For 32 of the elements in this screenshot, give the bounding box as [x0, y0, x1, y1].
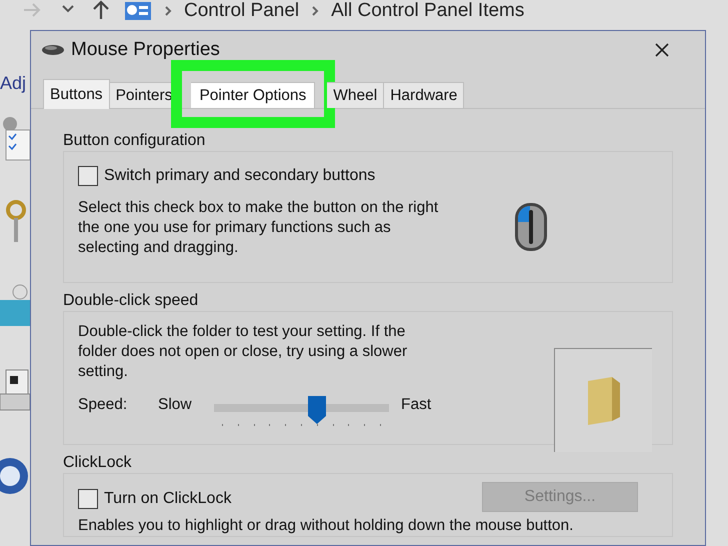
- slider-min-label: Slow: [158, 395, 193, 416]
- slider-label: Speed:: [78, 395, 128, 416]
- checkbox[interactable]: [78, 489, 98, 509]
- tab[interactable]: Hardware: [384, 82, 464, 108]
- checkbox-label: Turn on ClickLock: [104, 489, 232, 509]
- breadcrumb-item[interactable]: All Control Panel Items: [331, 0, 524, 26]
- window-title: Mouse Properties: [71, 38, 220, 62]
- group-title: ClickLock: [63, 453, 132, 473]
- slider-thumb[interactable]: [308, 396, 326, 424]
- description-text: Select this check box to make the button on the right the one you use for primary functions such as selecting and dragging.: [78, 198, 440, 258]
- control-panel-icon: [124, 1, 152, 21]
- chevron-right-icon: [311, 5, 320, 17]
- tab[interactable]: Pointer Options: [191, 82, 316, 108]
- mouse-icon: [514, 202, 548, 252]
- slider-track[interactable]: [214, 396, 389, 428]
- description-text: Double-click the folder to test your setting. If the folder does not open or close, try using a slower setting.: [78, 322, 408, 382]
- mouse-icon: [41, 44, 65, 56]
- tab[interactable]: Wheel: [327, 82, 384, 108]
- chevron-right-icon: [164, 5, 172, 17]
- up-arrow-icon[interactable]: [92, 0, 110, 20]
- checklist-icon: [0, 116, 30, 162]
- checkbox[interactable]: [78, 166, 98, 186]
- checkbox-label: Switch primary and secondary buttons: [104, 166, 376, 186]
- description-text: Enables you to highlight or drag without holding down the mouse button.: [78, 516, 574, 536]
- tab[interactable]: Buttons: [43, 79, 110, 109]
- breadcrumb-item[interactable]: Control Panel: [184, 0, 300, 26]
- group-title: Double-click speed: [63, 291, 200, 311]
- slider-max-label: Fast: [401, 395, 432, 416]
- close-icon[interactable]: [655, 43, 669, 57]
- section-heading: Adj: [0, 72, 26, 94]
- group-title: Button configuration: [63, 131, 206, 151]
- chevron-down-icon[interactable]: [62, 5, 74, 13]
